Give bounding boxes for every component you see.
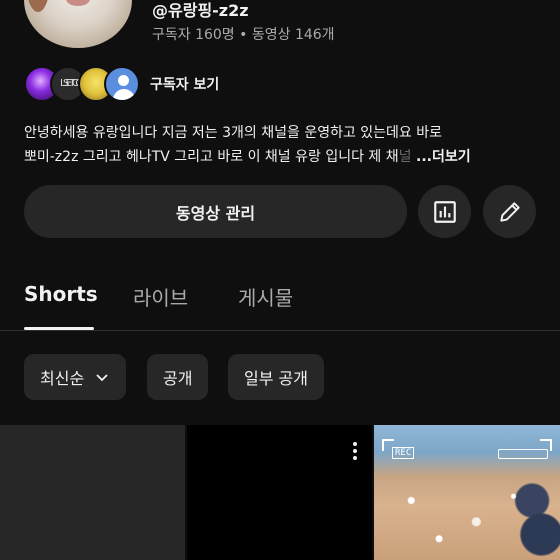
avatar-mouth [66, 0, 90, 6]
more-link[interactable]: ...더보기 [416, 149, 471, 165]
more-options-icon[interactable] [352, 441, 358, 461]
description-fade: 널 [398, 149, 412, 165]
description-line: 안녕하세용 유랑입니다 지금 저는 3개의 채널을 운영하고 있는데요 바로 [24, 125, 443, 141]
sort-dropdown[interactable]: 최신순 [24, 354, 127, 400]
shorts-thumbnail[interactable] [187, 425, 372, 560]
tab-posts[interactable]: 게시물 [238, 282, 293, 311]
tab-shorts[interactable]: Shorts [24, 282, 98, 306]
rec-badge: REC [392, 447, 415, 459]
shorts-thumbnail[interactable] [0, 425, 185, 560]
chevron-down-icon [96, 374, 108, 382]
sort-label: 최신순 [40, 369, 85, 388]
view-subscribers-button[interactable]: LEC ISTO 구독자 보기 [24, 66, 219, 102]
channel-description[interactable]: 안녕하세용 유랑입니다 지금 저는 3개의 채널을 운영하고 있는데요 바로 뽀… [24, 121, 534, 169]
bar-chart-icon [433, 200, 456, 223]
filter-partial-chip[interactable]: 일부 공개 [228, 354, 324, 400]
camera-overlay [498, 449, 548, 459]
channel-tabs: Shorts 라이브 게시물 [0, 264, 560, 331]
thumbnail-image [374, 475, 560, 560]
channel-avatar[interactable] [24, 0, 132, 48]
pencil-icon [499, 201, 520, 222]
analytics-button[interactable] [418, 185, 471, 238]
view-subscribers-label: 구독자 보기 [150, 77, 220, 93]
subscriber-avatars: LEC ISTO [24, 66, 140, 102]
edit-channel-button[interactable] [483, 185, 536, 238]
default-avatar-icon [104, 66, 140, 102]
active-tab-indicator [24, 327, 94, 330]
tab-live[interactable]: 라이브 [133, 282, 188, 311]
filter-public-chip[interactable]: 공개 [147, 354, 209, 400]
avatar-ear [26, 0, 50, 12]
manage-videos-button[interactable]: 동영상 관리 [24, 185, 407, 238]
description-line: 뽀미-z2z 그리고 헤나TV 그리고 바로 이 채널 유랑 입니다 제 채널 … [24, 149, 471, 165]
channel-handle: @유랑핑-z2z [152, 1, 249, 20]
shorts-thumbnail[interactable]: REC [374, 425, 560, 560]
channel-stats: 구독자 160명 • 동영상 146개 [152, 27, 335, 43]
